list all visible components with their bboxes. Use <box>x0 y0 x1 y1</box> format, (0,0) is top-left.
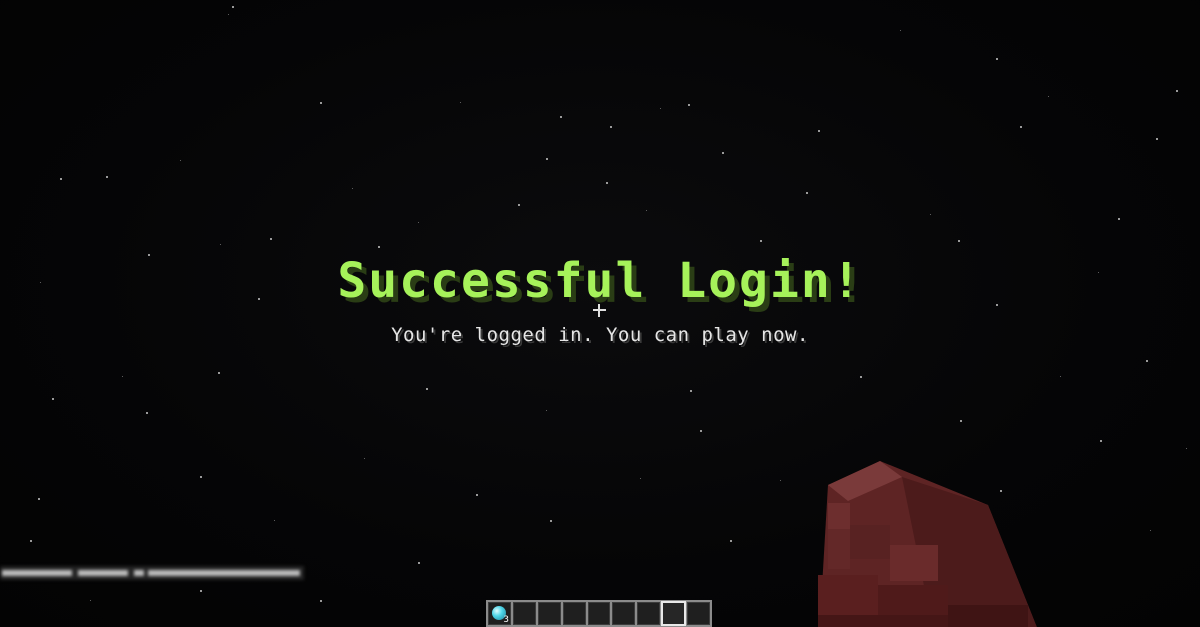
hotbar-slot[interactable] <box>637 602 661 625</box>
star <box>1020 126 1022 128</box>
hotbar-slot[interactable] <box>661 601 687 626</box>
star <box>180 160 181 161</box>
star <box>418 562 420 564</box>
star <box>274 520 275 521</box>
star <box>546 158 548 160</box>
star <box>476 494 478 496</box>
star <box>646 210 647 211</box>
star <box>960 420 962 422</box>
star <box>220 244 221 245</box>
star <box>610 126 612 128</box>
star <box>426 388 428 390</box>
game-viewport[interactable]: Successful Login! You're logged in. You … <box>0 0 1200 627</box>
star <box>1150 530 1151 531</box>
star <box>1146 360 1148 362</box>
star <box>418 222 419 223</box>
star <box>60 178 62 180</box>
star <box>320 600 322 602</box>
star <box>900 30 901 31</box>
star <box>518 204 520 206</box>
hotbar-slot[interactable] <box>587 602 611 625</box>
player-arm <box>818 461 1037 627</box>
star <box>270 238 272 240</box>
star <box>364 458 365 459</box>
star <box>560 116 562 118</box>
star <box>106 176 108 178</box>
star <box>1100 440 1102 442</box>
star <box>90 600 91 601</box>
hotbar-slot[interactable] <box>512 602 536 625</box>
hotbar-slot[interactable] <box>562 602 586 625</box>
login-success-subtitle: You're logged in. You can play now. <box>391 324 809 346</box>
star <box>1186 448 1187 449</box>
login-success-title: Successful Login! <box>337 253 863 309</box>
star <box>30 540 32 542</box>
star <box>930 214 931 215</box>
star <box>352 188 353 189</box>
hotbar: 3 <box>486 600 712 627</box>
chat-message-blurred <box>0 566 304 580</box>
star <box>780 480 781 481</box>
star <box>806 192 808 194</box>
star <box>996 58 998 60</box>
star <box>460 102 461 103</box>
crosshair-icon <box>593 304 606 317</box>
star <box>546 410 547 411</box>
star <box>700 430 702 432</box>
star <box>660 108 661 109</box>
star <box>688 104 690 106</box>
star <box>146 412 148 414</box>
hotbar-slot[interactable] <box>537 602 561 625</box>
hotbar-slot[interactable] <box>612 602 636 625</box>
star <box>52 398 54 400</box>
star <box>690 390 692 392</box>
star <box>1118 218 1120 220</box>
star <box>232 6 234 8</box>
star <box>606 182 608 184</box>
hotbar-slot[interactable] <box>687 602 711 625</box>
star <box>1048 96 1049 97</box>
star <box>1156 138 1158 140</box>
star <box>640 478 641 479</box>
star <box>38 498 40 500</box>
star <box>320 102 322 104</box>
star <box>122 376 123 377</box>
star <box>218 372 220 374</box>
star <box>200 590 202 592</box>
star <box>730 540 732 542</box>
star <box>1060 376 1061 377</box>
star <box>958 240 960 242</box>
star <box>550 520 552 522</box>
star <box>228 14 229 15</box>
star <box>860 376 862 378</box>
star <box>378 246 380 248</box>
star <box>722 152 724 154</box>
hotbar-slot[interactable]: 3 <box>488 602 511 625</box>
star <box>1176 90 1178 92</box>
star <box>760 240 762 242</box>
star <box>200 476 202 478</box>
item-count: 3 <box>503 615 509 625</box>
star <box>818 130 820 132</box>
